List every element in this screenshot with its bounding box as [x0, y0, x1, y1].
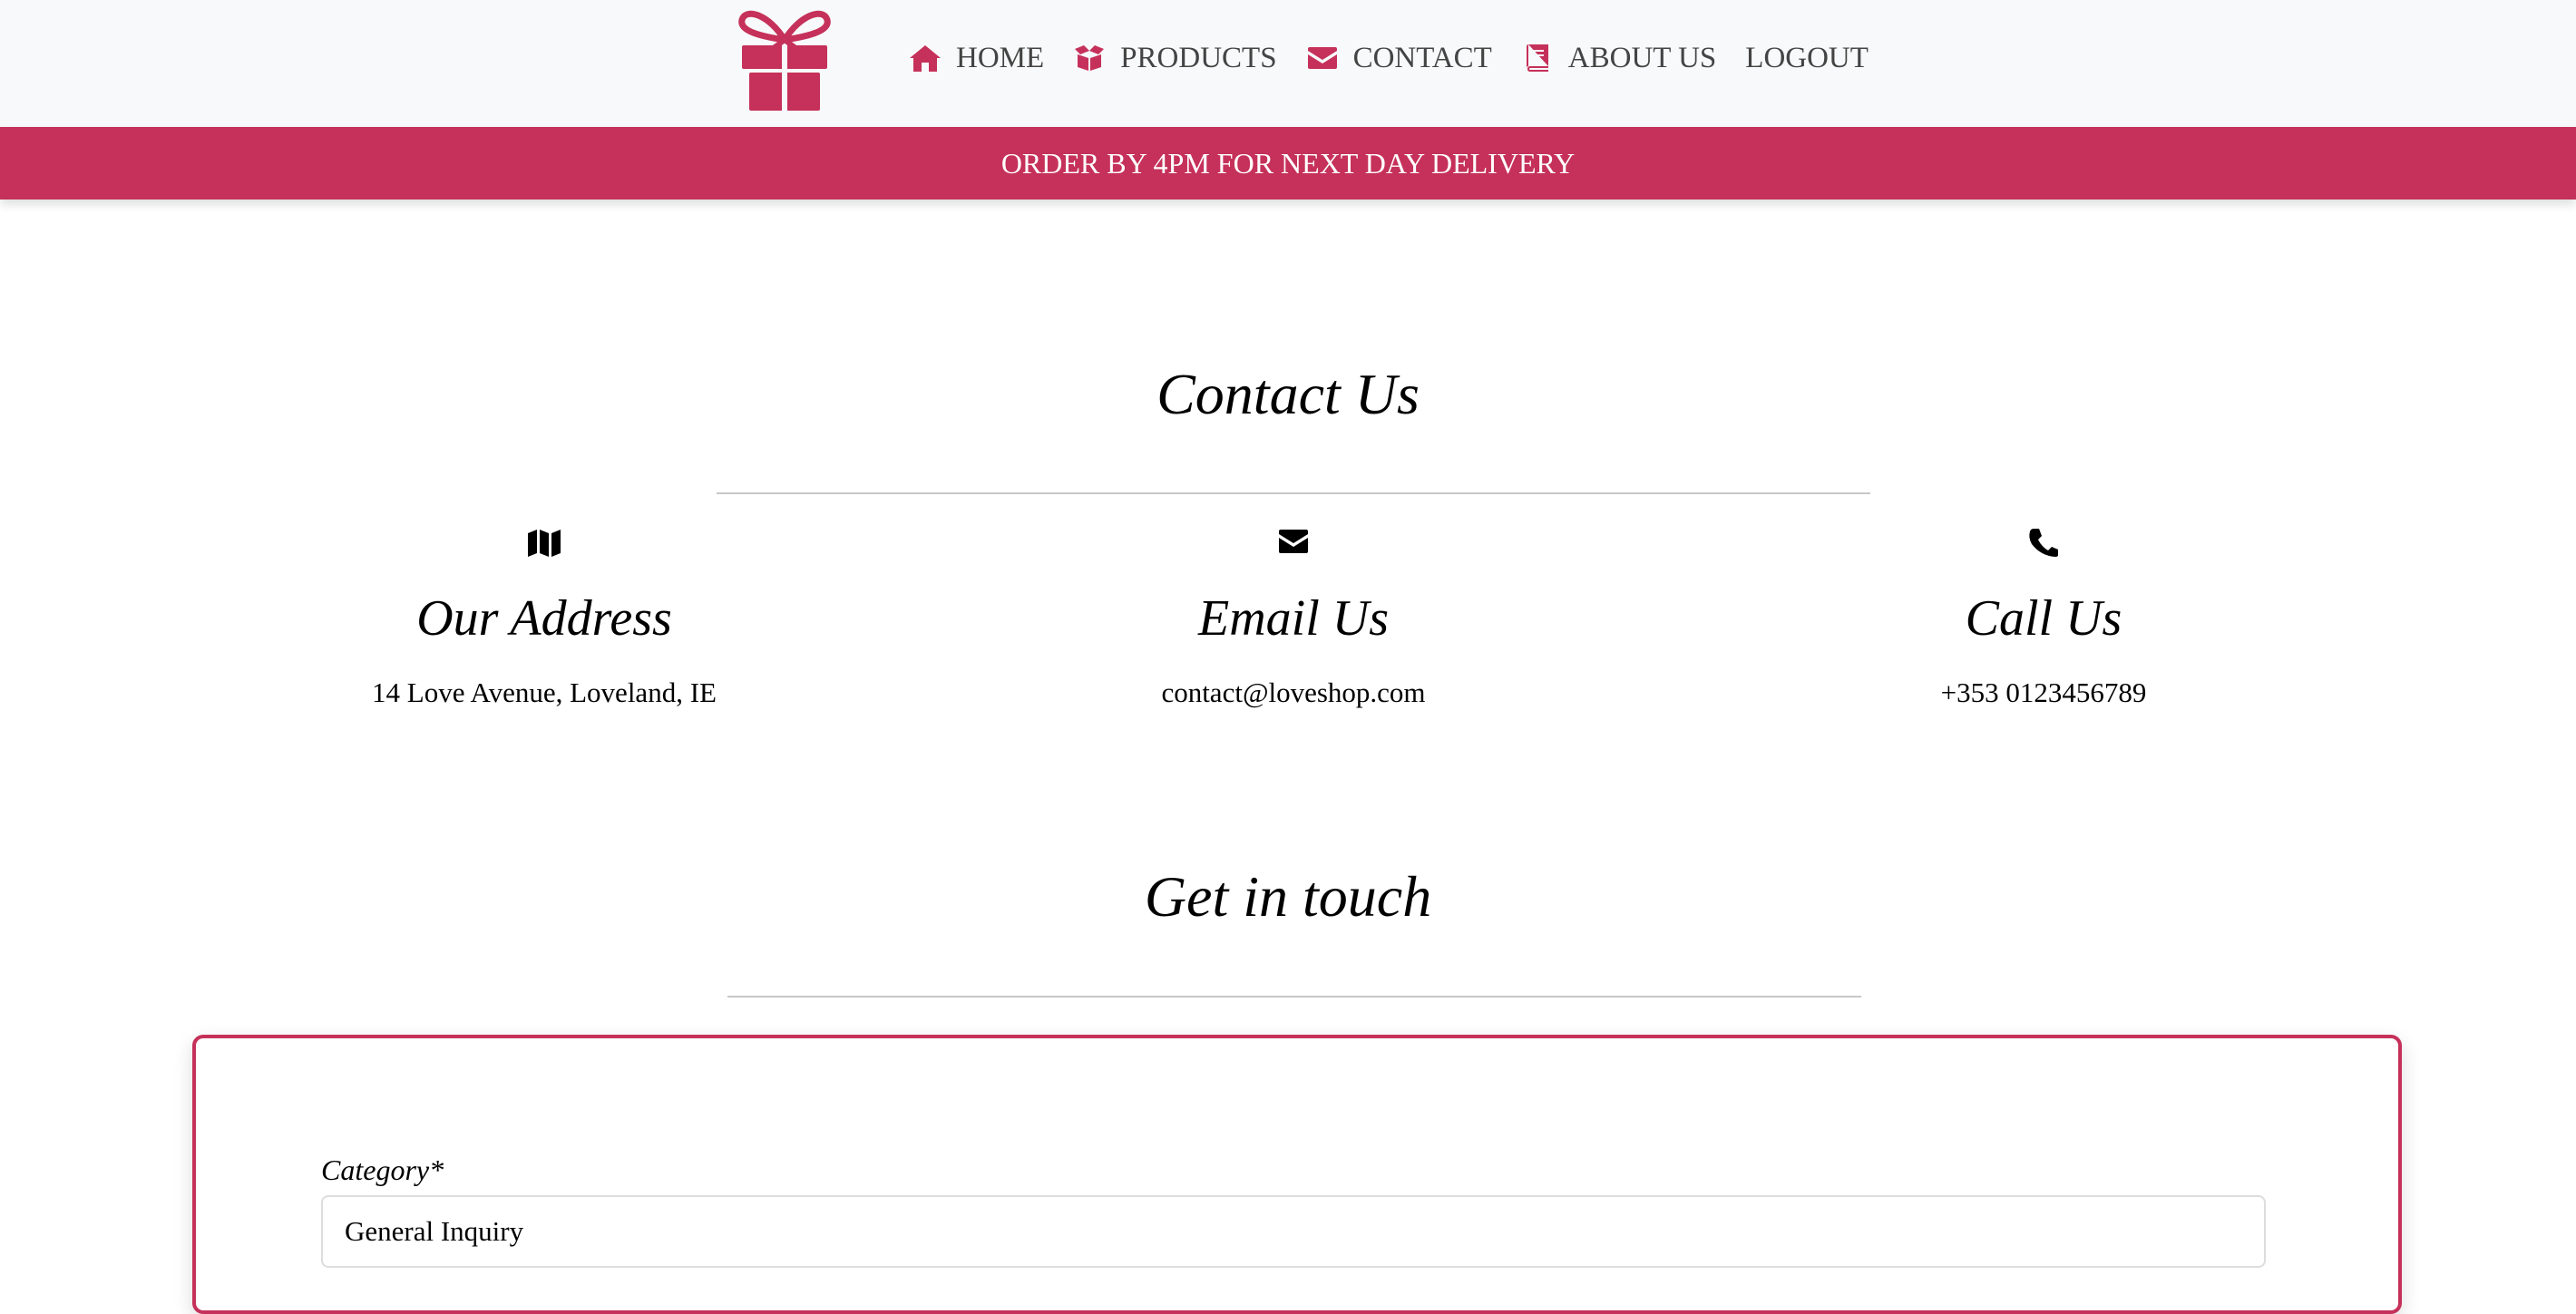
address-title: Our Address: [416, 590, 672, 647]
nav-item-contact[interactable]: CONTACT: [1306, 42, 1492, 75]
address-text: 14 Love Avenue, Loveland, IE: [372, 676, 717, 708]
map-icon: [528, 530, 561, 557]
nav-item-label: PRODUCTS: [1120, 41, 1277, 74]
email-column: Email Us contact@loveshop.com: [885, 526, 1702, 709]
main-nav: HOME PRODUCTS CONTACT ABOUT US LOGOUT: [909, 31, 1869, 85]
get-in-touch-divider: [727, 996, 1861, 998]
nav-item-about-us[interactable]: ABOUT US: [1521, 41, 1717, 75]
email-title: Email Us: [1198, 590, 1389, 647]
book-icon: [1526, 44, 1548, 72]
nav-item-products[interactable]: PRODUCTS: [1073, 41, 1277, 75]
category-select[interactable]: General Inquiry: [321, 1195, 2266, 1268]
category-label: Category*: [321, 1153, 444, 1186]
nav-item-label: LOGOUT: [1745, 41, 1869, 74]
home-icon: [910, 45, 941, 72]
gift-icon[interactable]: [733, 5, 836, 111]
delivery-banner: ORDER BY 4PM FOR NEXT DAY DELIVERY: [0, 127, 2576, 200]
nav-item-logout[interactable]: LOGOUT: [1745, 42, 1869, 75]
category-selected-value: General Inquiry: [345, 1215, 524, 1247]
banner-text: ORDER BY 4PM FOR NEXT DAY DELIVERY: [1000, 146, 1576, 180]
address-column: Our Address 14 Love Avenue, Loveland, IE: [136, 526, 952, 709]
nav-item-label: HOME: [956, 41, 1045, 74]
phone-text[interactable]: +353 0123456789: [1635, 676, 2452, 709]
phone-icon: [2029, 529, 2058, 557]
top-navbar: HOME PRODUCTS CONTACT ABOUT US LOGOUT: [0, 0, 2576, 127]
phone-title: Call Us: [1965, 590, 2122, 647]
contact-form: [192, 1035, 2402, 1314]
nav-item-label: ABOUT US: [1567, 41, 1717, 74]
envelope-icon: [1307, 47, 1337, 69]
nav-item-label: CONTACT: [1352, 41, 1492, 74]
box-icon: [1075, 45, 1105, 71]
contact-divider: [717, 492, 1870, 494]
email-text[interactable]: contact@loveshop.com: [885, 676, 1702, 709]
contact-title: Contact Us: [1156, 362, 1420, 426]
envelope-icon: [1279, 530, 1308, 553]
phone-column: Call Us +353 0123456789: [1635, 526, 2452, 709]
nav-item-home[interactable]: HOME: [909, 42, 1044, 75]
get-in-touch-title: Get in touch: [1144, 864, 1432, 929]
